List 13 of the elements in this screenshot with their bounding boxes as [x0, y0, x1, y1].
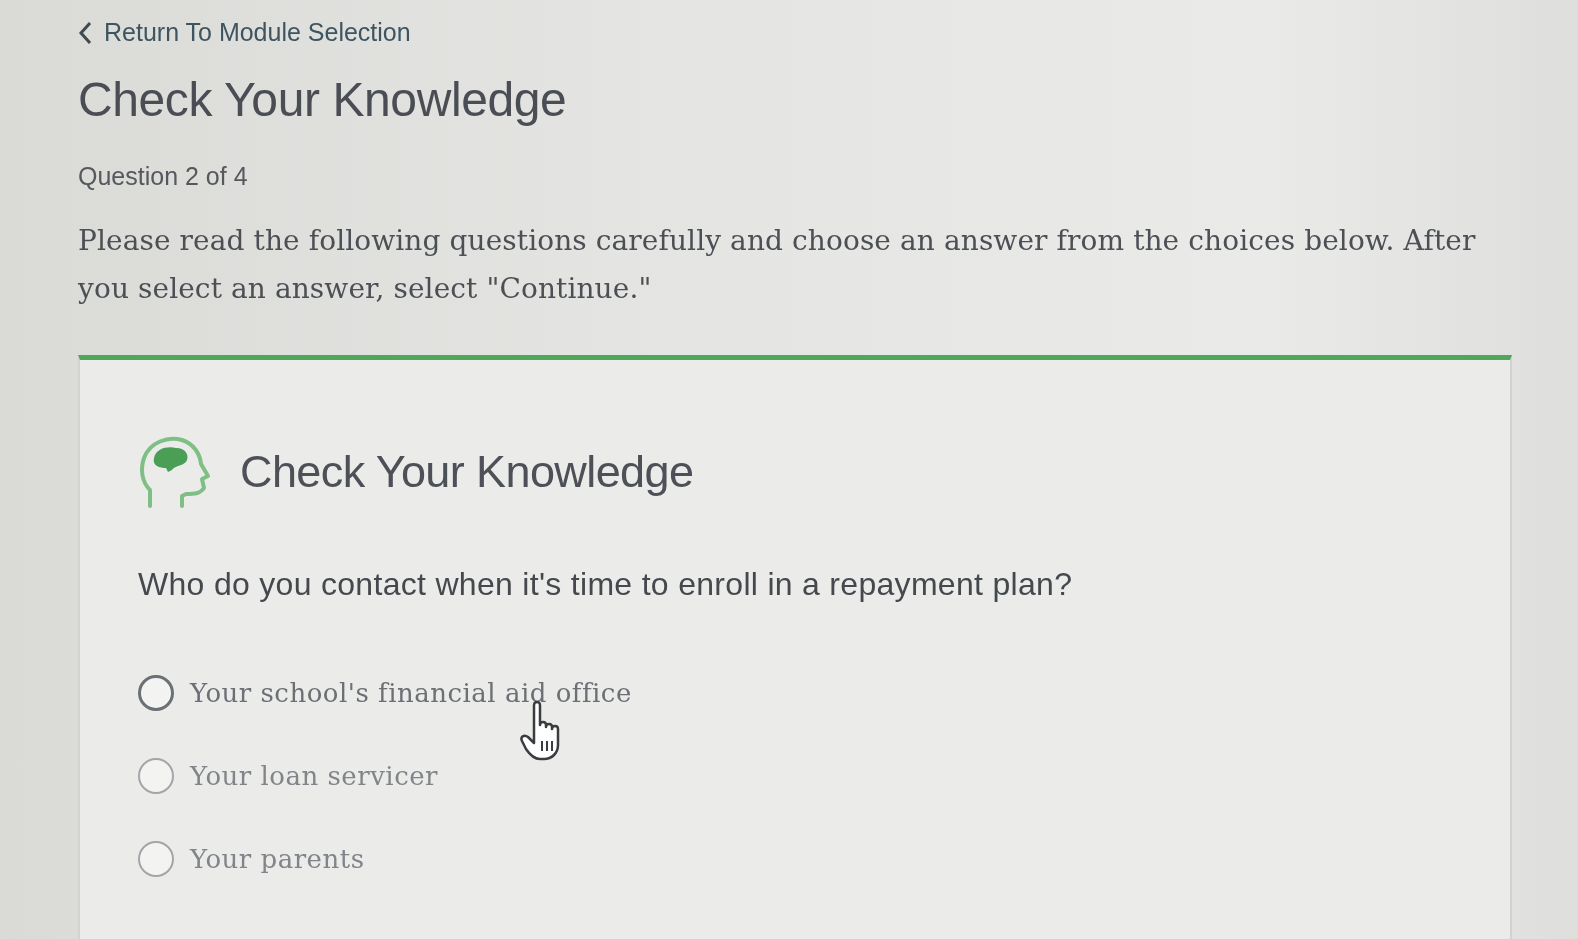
- radio-button[interactable]: [138, 757, 174, 794]
- radio-button[interactable]: [138, 840, 174, 877]
- card-title: Check Your Knowledge: [240, 445, 694, 498]
- question-text: Who do you contact when it's time to enroll in a repayment plan?: [138, 565, 1073, 603]
- answer-option[interactable]: Your loan servicer: [190, 760, 438, 791]
- instructions-text: Please read the following questions carefully and choose an answer from the choices below. After you select an answer, select "Continue.": [78, 222, 1477, 307]
- chevron-left-icon: [78, 20, 92, 45]
- radio-button[interactable]: [138, 674, 174, 711]
- answer-option[interactable]: Your parents: [190, 843, 365, 874]
- question-counter-text: Question 2 of 4: [78, 161, 248, 191]
- answer-option[interactable]: Your school's financial aid office: [190, 677, 632, 708]
- back-link[interactable]: Return To Module Selection: [78, 18, 411, 47]
- page-title: Check Your Knowledge: [78, 74, 567, 127]
